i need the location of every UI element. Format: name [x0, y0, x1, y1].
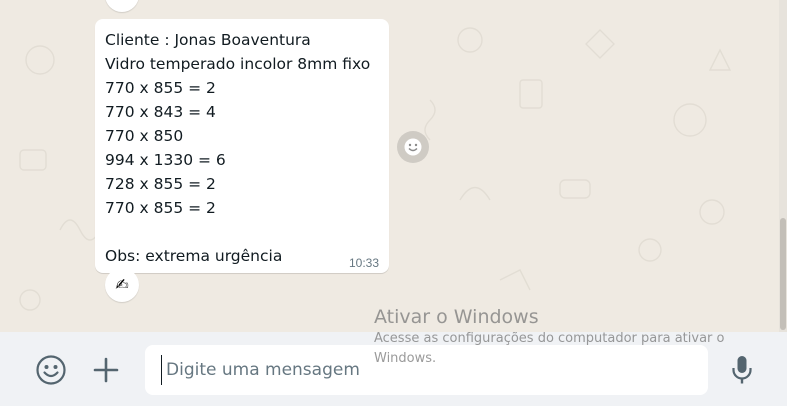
reaction-button[interactable]	[397, 131, 429, 163]
attach-button[interactable]	[86, 350, 126, 390]
hand-writing-icon: ✍	[115, 0, 128, 5]
microphone-icon	[732, 356, 752, 384]
smiley-icon	[404, 138, 422, 156]
emoji-icon	[36, 355, 66, 385]
message-input[interactable]	[161, 355, 696, 385]
voice-message-button[interactable]	[722, 350, 762, 390]
composer-bar	[0, 332, 787, 406]
scrollbar-thumb[interactable]	[780, 218, 786, 330]
message-input-box[interactable]	[145, 345, 708, 395]
sender-avatar-bottom: ✍	[105, 268, 139, 302]
scrollbar[interactable]	[779, 0, 787, 332]
emoji-button[interactable]	[31, 350, 71, 390]
message-text: Cliente : Jonas Boaventura Vidro tempera…	[105, 31, 371, 265]
message-bubble[interactable]: Cliente : Jonas Boaventura Vidro tempera…	[95, 19, 389, 273]
plus-icon	[93, 357, 119, 383]
hand-writing-icon: ✍	[115, 277, 129, 294]
message-time: 10:33	[348, 256, 379, 270]
chat-window: ✍ Cliente : Jonas Boaventura Vidro tempe…	[0, 0, 787, 406]
